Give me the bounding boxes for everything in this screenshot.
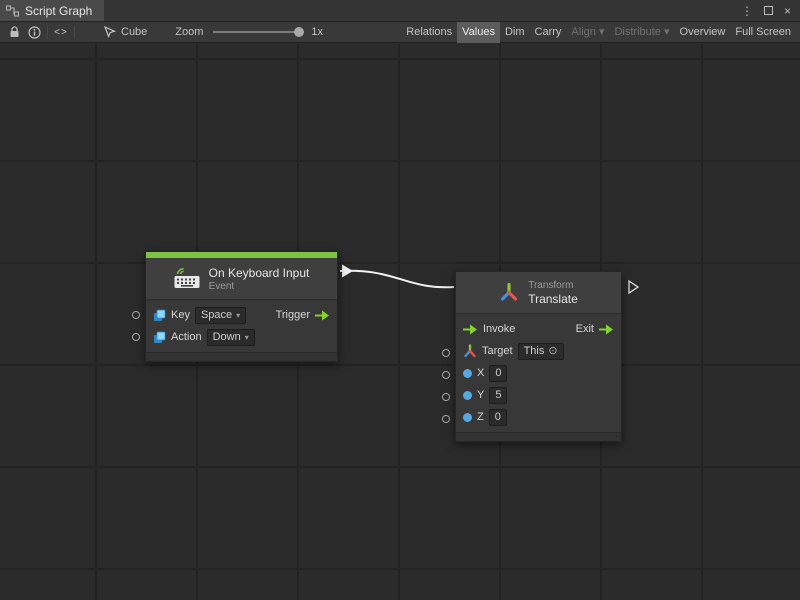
connection-wire (340, 271, 454, 288)
graph-context: Cube (104, 26, 147, 38)
context-target-label: Cube (121, 26, 147, 38)
chevron-down-icon: ▾ (245, 331, 249, 344)
tab-script-graph[interactable]: Script Graph (0, 0, 104, 21)
action-label: Action (171, 331, 202, 343)
connections-layer (0, 44, 800, 600)
y-label: Y (477, 389, 484, 401)
cursor-icon (104, 26, 116, 38)
exit-label: Exit (576, 323, 594, 335)
transform-icon (499, 282, 519, 303)
zoom-label: Zoom (175, 26, 203, 38)
node-footer (456, 432, 621, 441)
number-port-icon (463, 413, 472, 422)
exit-output-port[interactable] (599, 324, 614, 335)
zoom-slider[interactable] (213, 31, 303, 33)
node-title: Translate (528, 292, 578, 306)
z-input-port[interactable] (442, 415, 450, 423)
node-footer (146, 352, 337, 361)
y-row: Y 5 (456, 384, 621, 406)
keyboard-event-icon (174, 268, 200, 289)
lock-icon[interactable] (4, 22, 24, 43)
connection-arrowhead-icon (342, 265, 353, 278)
enum-literal-icon (153, 331, 166, 344)
key-row: Key Space ▾ Trigger (146, 304, 337, 326)
toolbar-separator (74, 26, 75, 39)
info-icon[interactable] (24, 22, 44, 43)
target-object-field[interactable]: This ⊙ (518, 343, 564, 360)
node-body: Key Space ▾ Trigger Action Down (146, 300, 337, 352)
z-row: Z 0 (456, 406, 621, 428)
relations-button[interactable]: Relations (401, 22, 457, 43)
node-header[interactable]: Transform Translate (456, 272, 621, 314)
number-port-icon (463, 369, 472, 378)
window-close-icon[interactable]: × (784, 4, 791, 18)
window-titlebar: Script Graph ⋮ × (0, 0, 800, 22)
zoom-control: Zoom 1x (175, 26, 323, 38)
carry-button[interactable]: Carry (530, 22, 567, 43)
key-input-port[interactable] (132, 311, 140, 319)
object-picker-icon[interactable]: ⊙ (548, 345, 557, 358)
toolbar-buttons: Relations Values Dim Carry Align ▾ Distr… (401, 22, 796, 43)
action-row: Action Down ▾ (146, 326, 337, 348)
z-label: Z (477, 411, 484, 423)
x-value-field[interactable]: 0 (489, 365, 507, 382)
node-on-keyboard-input[interactable]: On Keyboard Input Event Key Space ▾ Trig… (145, 251, 338, 362)
x-input-port[interactable] (442, 371, 450, 379)
trigger-output-port[interactable] (315, 310, 330, 321)
node-translate[interactable]: Transform Translate Invoke Exit (455, 271, 622, 442)
window-maximize-icon[interactable] (764, 6, 773, 15)
script-graph-icon (6, 5, 19, 17)
target-value: This (524, 345, 545, 358)
overview-button[interactable]: Overview (675, 22, 731, 43)
action-dropdown[interactable]: Down ▾ (207, 329, 255, 346)
number-port-icon (463, 391, 472, 400)
window-menu-icon[interactable]: ⋮ (741, 4, 753, 18)
graph-canvas[interactable]: On Keyboard Input Event Key Space ▾ Trig… (0, 44, 800, 600)
enum-literal-icon (153, 309, 166, 322)
y-input-port[interactable] (442, 393, 450, 401)
key-label: Key (171, 309, 190, 321)
zoom-slider-handle[interactable] (294, 27, 304, 37)
transform-icon (463, 344, 477, 358)
node-supertitle: Transform (528, 280, 578, 291)
node-body: Invoke Exit Target This (456, 314, 621, 432)
node-title: On Keyboard Input (209, 266, 310, 280)
z-value-field[interactable]: 0 (489, 409, 507, 426)
node-header[interactable]: On Keyboard Input Event (146, 258, 337, 300)
graph-toolbar: <> Cube Zoom 1x Relations Values Dim Car… (0, 22, 800, 43)
node-subtitle: Event (209, 281, 310, 292)
fullscreen-button[interactable]: Full Screen (730, 22, 796, 43)
zoom-value: 1x (311, 26, 323, 38)
invoke-label: Invoke (483, 323, 515, 335)
key-dropdown[interactable]: Space ▾ (195, 307, 246, 324)
dim-button[interactable]: Dim (500, 22, 530, 43)
distribute-button[interactable]: Distribute ▾ (609, 22, 674, 43)
target-input-port[interactable] (442, 349, 450, 357)
key-dropdown-value: Space (201, 309, 232, 322)
target-label: Target (482, 345, 513, 357)
trigger-label: Trigger (276, 309, 310, 321)
chevron-down-icon: ▾ (236, 309, 240, 322)
action-input-port[interactable] (132, 333, 140, 341)
values-button[interactable]: Values (457, 22, 500, 43)
code-view-icon[interactable]: <> (51, 22, 71, 43)
toolbar-separator (47, 26, 48, 39)
action-dropdown-value: Down (213, 331, 241, 344)
x-label: X (477, 367, 484, 379)
invoke-row: Invoke Exit (456, 318, 621, 340)
exit-port-triangle-icon[interactable] (629, 281, 638, 293)
target-row: Target This ⊙ (456, 340, 621, 362)
tab-title: Script Graph (25, 4, 92, 18)
invoke-input-port[interactable] (463, 324, 478, 335)
y-value-field[interactable]: 5 (489, 387, 507, 404)
x-row: X 0 (456, 362, 621, 384)
align-button[interactable]: Align ▾ (566, 22, 609, 43)
